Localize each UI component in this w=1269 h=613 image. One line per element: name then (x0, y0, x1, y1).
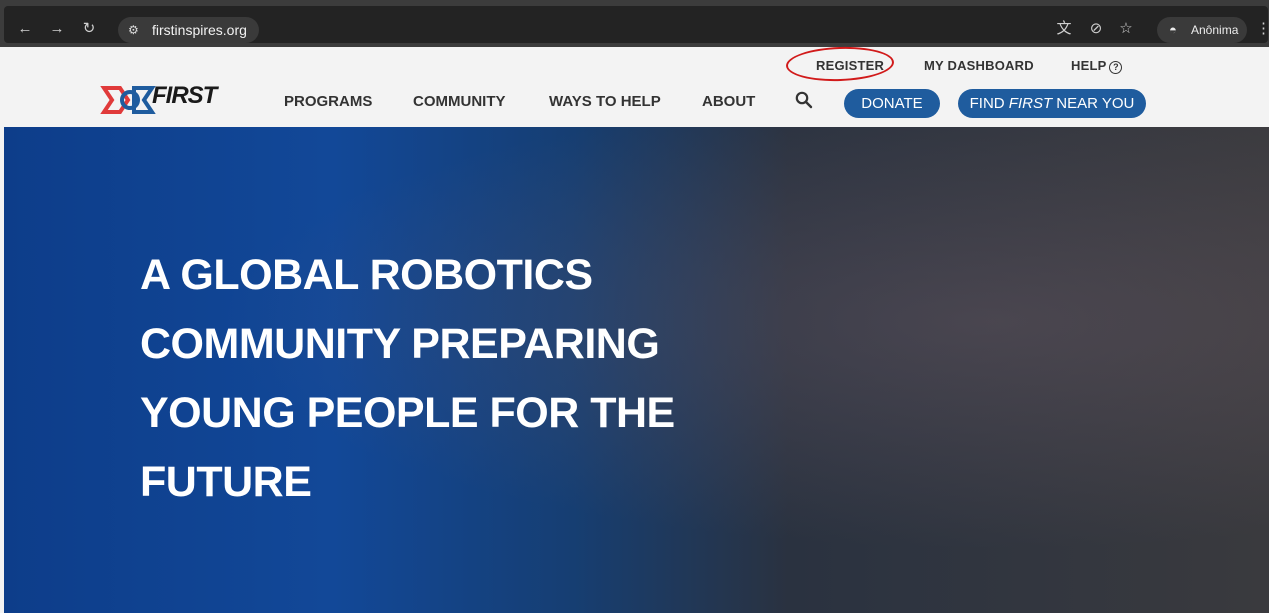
first-logo-mark (100, 86, 156, 114)
translate-icon[interactable]: 文 (1053, 18, 1075, 40)
nav-programs[interactable]: PROGRAMS (284, 93, 372, 110)
nav-ways-to-help[interactable]: WAYS TO HELP (549, 93, 661, 110)
help-link[interactable]: HELP? (1071, 58, 1123, 74)
address-bar[interactable]: ⚙ firstinspires.org (118, 17, 259, 43)
help-circle-icon: ? (1109, 61, 1123, 74)
menu-kebab-icon[interactable]: ⋮ (1256, 18, 1269, 40)
hero-title-line: COMMUNITY PREPARING (140, 320, 660, 368)
hero-title: A GLOBAL ROBOTICS COMMUNITY PREPARING YO… (140, 241, 680, 517)
incognito-icon: ◓ (1169, 22, 1177, 37)
nav-about[interactable]: ABOUT (702, 93, 755, 110)
find-label-prefix: FIND (969, 95, 1009, 112)
find-first-near-you-button[interactable]: FIND FIRST NEAR YOU (958, 89, 1146, 118)
hero-title-line: FUTURE (140, 458, 312, 506)
back-icon[interactable]: ← (14, 18, 36, 40)
help-label: HELP (1071, 58, 1107, 73)
reload-icon[interactable]: ↻ (78, 18, 100, 40)
search-icon[interactable] (794, 90, 814, 110)
donate-button[interactable]: DONATE (844, 89, 940, 118)
site-header: REGISTER MY DASHBOARD HELP? FIRST PROGRA… (0, 45, 1269, 127)
hero-title-line: A GLOBAL ROBOTICS (140, 251, 593, 299)
browser-toolbar: ← → ↻ ⚙ firstinspires.org 文 ⊘ ☆ ◓ Anônim… (4, 6, 1269, 43)
browser-chrome: ← → ↻ ⚙ firstinspires.org 文 ⊘ ☆ ◓ Anônim… (0, 0, 1269, 47)
profile-label: Anônima (1191, 23, 1239, 37)
forward-icon[interactable]: → (46, 18, 68, 40)
hero-title-line: YOUNG PEOPLE FOR THE (140, 389, 675, 437)
find-label-suffix: NEAR YOU (1052, 95, 1135, 112)
nav-community[interactable]: COMMUNITY (413, 93, 506, 110)
my-dashboard-link[interactable]: MY DASHBOARD (924, 58, 1034, 73)
register-annotation-circle (785, 45, 895, 83)
address-text: firstinspires.org (152, 22, 247, 38)
bookmark-star-icon[interactable]: ☆ (1115, 18, 1137, 40)
eye-off-icon[interactable]: ⊘ (1085, 18, 1107, 40)
profile-button[interactable]: ◓ Anônima (1157, 17, 1247, 43)
hero-banner: A GLOBAL ROBOTICS COMMUNITY PREPARING YO… (4, 127, 1269, 613)
find-label-em: FIRST (1008, 95, 1053, 112)
site-settings-icon[interactable]: ⚙ (128, 17, 139, 43)
first-logo[interactable]: FIRST (100, 80, 230, 116)
logo-text: FIRST (152, 82, 217, 109)
